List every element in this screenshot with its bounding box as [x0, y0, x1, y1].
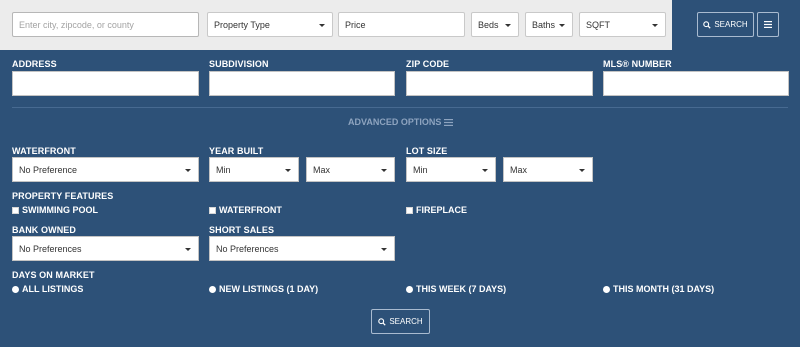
new-listings-label: NEW LISTINGS (1 DAY): [219, 284, 319, 294]
lot-size-label: LOT SIZE: [406, 146, 448, 156]
chevron-down-icon: [482, 168, 488, 172]
address-label: ADDRESS: [12, 59, 57, 69]
year-built-label: YEAR BUILT: [209, 146, 264, 156]
section-divider: [12, 107, 788, 108]
subdivision-input[interactable]: [209, 71, 395, 96]
price-label: Price: [345, 19, 366, 30]
chevron-down-icon: [285, 168, 291, 172]
radio-this-month[interactable]: THIS MONTH (31 DAYS): [603, 284, 714, 294]
radio-this-week[interactable]: THIS WEEK (7 DAYS): [406, 284, 506, 294]
waterfront-feature-label: WATERFRONT: [219, 205, 282, 215]
year-built-min-select[interactable]: Min: [209, 157, 299, 182]
short-sales-label: SHORT SALES: [209, 225, 275, 235]
menu-button[interactable]: [757, 12, 779, 37]
waterfront-select[interactable]: No Preference: [12, 157, 199, 182]
chevron-down-icon: [185, 168, 191, 172]
days-on-market-label: DAYS ON MARKET: [12, 270, 95, 280]
search-icon: [378, 317, 386, 326]
beds-label: Beds: [478, 19, 499, 30]
waterfront-checkbox[interactable]: WATERFRONT: [209, 205, 282, 215]
chevron-down-icon: [381, 247, 387, 251]
chevron-down-icon: [579, 168, 585, 172]
property-features-label: PROPERTY FEATURES: [12, 191, 114, 201]
menu-icon: [444, 118, 454, 126]
chevron-down-icon: [381, 168, 387, 172]
sqft-label: SQFT: [586, 19, 610, 30]
checkbox-box[interactable]: [209, 206, 216, 214]
bank-owned-select[interactable]: No Preferences: [12, 236, 199, 261]
top-search-button[interactable]: SEARCH: [697, 12, 754, 37]
bottom-search-label: SEARCH: [389, 317, 423, 326]
checkbox-box[interactable]: [12, 206, 19, 214]
radio-dot[interactable]: [603, 285, 610, 293]
search-icon: [703, 20, 711, 29]
short-sales-select[interactable]: No Preferences: [209, 236, 395, 261]
chevron-down-icon: [559, 23, 565, 27]
checkbox-box[interactable]: [406, 206, 413, 214]
short-sales-value: No Preferences: [216, 243, 279, 254]
mls-number-input[interactable]: [603, 71, 789, 96]
price-input[interactable]: Price: [338, 12, 465, 37]
top-search-bar: Enter city, zipcode, or county Property …: [0, 0, 800, 50]
property-type-select[interactable]: Property Type: [207, 12, 333, 37]
year-built-max-select[interactable]: Max: [306, 157, 395, 182]
this-week-label: THIS WEEK (7 DAYS): [416, 284, 507, 294]
lot-size-min-value: Min: [413, 164, 428, 175]
beds-select[interactable]: Beds: [471, 12, 519, 37]
zip-code-label: ZIP CODE: [406, 59, 450, 69]
swimming-pool-label: SWIMMING POOL: [22, 205, 98, 215]
advanced-options-label: ADVANCED OPTIONS: [348, 117, 442, 127]
subdivision-label: SUBDIVISION: [209, 59, 269, 69]
baths-select[interactable]: Baths: [525, 12, 573, 37]
mls-number-label: MLS® NUMBER: [603, 59, 672, 69]
menu-icon: [764, 21, 772, 28]
radio-dot[interactable]: [209, 285, 216, 293]
zip-code-input[interactable]: [406, 71, 593, 96]
bottom-search-button[interactable]: SEARCH: [371, 309, 430, 334]
chevron-down-icon: [505, 23, 511, 27]
fireplace-checkbox[interactable]: FIREPLACE: [406, 205, 467, 215]
top-search-label: SEARCH: [714, 20, 748, 29]
swimming-pool-checkbox[interactable]: SWIMMING POOL: [12, 205, 98, 215]
year-built-max-value: Max: [313, 164, 331, 175]
radio-dot[interactable]: [12, 285, 19, 293]
bank-owned-label: BANK OWNED: [12, 225, 76, 235]
waterfront-label: WATERFRONT: [12, 146, 76, 156]
radio-new-listings[interactable]: NEW LISTINGS (1 DAY): [209, 284, 318, 294]
all-listings-label: ALL LISTINGS: [22, 284, 84, 294]
chevron-down-icon: [652, 23, 658, 27]
property-type-label: Property Type: [214, 19, 270, 30]
sqft-select[interactable]: SQFT: [579, 12, 666, 37]
location-placeholder: Enter city, zipcode, or county: [19, 19, 134, 30]
address-input[interactable]: [12, 71, 199, 96]
baths-label: Baths: [532, 19, 556, 30]
lot-size-max-select[interactable]: Max: [503, 157, 593, 182]
chevron-down-icon: [319, 23, 325, 27]
radio-dot[interactable]: [406, 285, 413, 293]
location-search-input[interactable]: Enter city, zipcode, or county: [12, 12, 199, 37]
year-built-min-value: Min: [216, 164, 231, 175]
waterfront-value: No Preference: [19, 164, 78, 175]
lot-size-max-value: Max: [510, 164, 528, 175]
fireplace-label: FIREPLACE: [416, 205, 468, 215]
chevron-down-icon: [185, 247, 191, 251]
bank-owned-value: No Preferences: [19, 243, 82, 254]
radio-all-listings[interactable]: ALL LISTINGS: [12, 284, 83, 294]
advanced-options-toggle[interactable]: ADVANCED OPTIONS: [348, 117, 454, 127]
this-month-label: THIS MONTH (31 DAYS): [613, 284, 715, 294]
lot-size-min-select[interactable]: Min: [406, 157, 496, 182]
